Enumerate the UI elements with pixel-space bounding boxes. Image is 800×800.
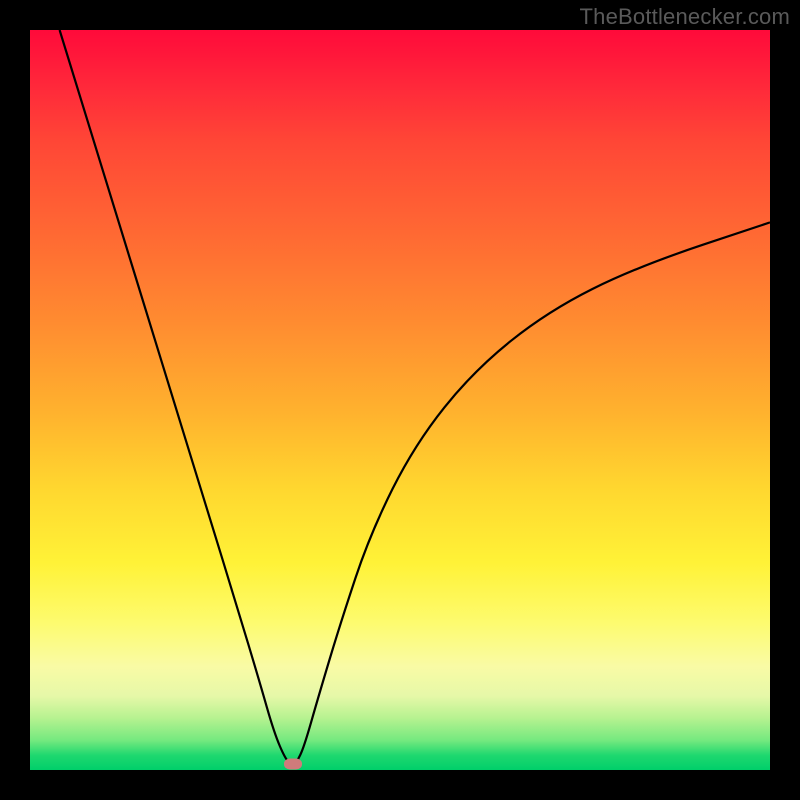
bottleneck-curve [60,30,770,765]
attribution-text: TheBottlenecker.com [580,4,790,30]
optimum-marker [284,759,302,770]
curve-svg [30,30,770,770]
plot-area [30,30,770,770]
chart-container: TheBottlenecker.com [0,0,800,800]
